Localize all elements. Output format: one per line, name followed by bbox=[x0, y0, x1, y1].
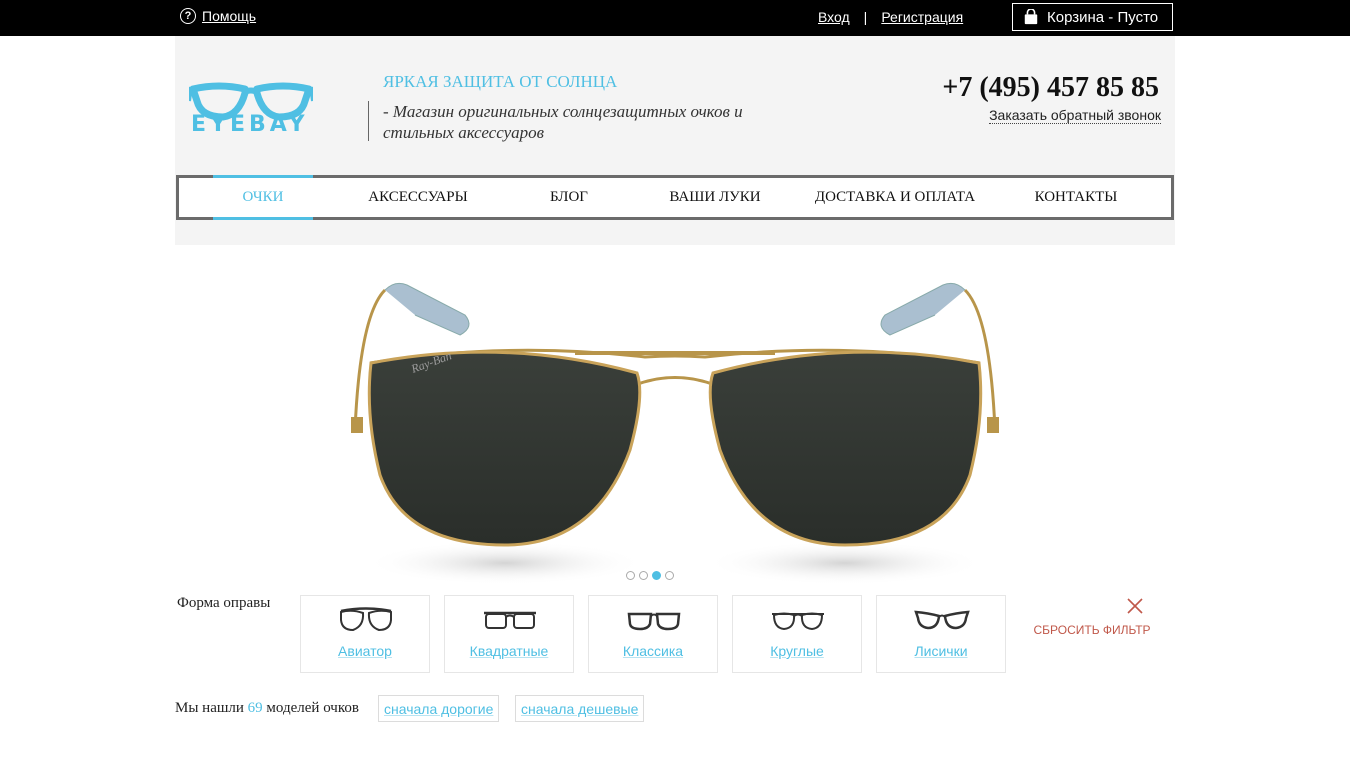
reset-filter-button[interactable]: СБРОСИТЬ ФИЛЬТР bbox=[1032, 595, 1152, 640]
results-count: 69 bbox=[247, 700, 263, 716]
shape-label[interactable]: Авиатор bbox=[301, 643, 429, 659]
help-link[interactable]: Помощь bbox=[202, 8, 256, 24]
frame-shape-label: Форма оправы bbox=[177, 595, 271, 611]
tagline-title: ЯРКАЯ ЗАЩИТА ОТ СОЛНЦА bbox=[383, 72, 618, 91]
shape-label[interactable]: Классика bbox=[589, 643, 717, 659]
classic-glasses-icon bbox=[627, 612, 681, 631]
login-link[interactable]: Вход bbox=[818, 9, 850, 25]
shape-filter-aviator[interactable]: Авиатор bbox=[300, 595, 430, 673]
slider-dot[interactable] bbox=[626, 571, 635, 580]
cat-eye-glasses-icon bbox=[914, 610, 970, 630]
top-bar: ? Помощь Вход | Регистрация Корзина - Пу… bbox=[0, 0, 1350, 36]
tagline-subtitle: - Магазин оригинальных солнцезащитных оч… bbox=[383, 102, 743, 142]
cart-label: Корзина - Пусто bbox=[1047, 8, 1159, 26]
results-suffix: моделей очков bbox=[266, 700, 359, 716]
shape-filter-cat-eye[interactable]: Лисички bbox=[876, 595, 1006, 673]
sort-cheap-label: сначала дешевые bbox=[521, 700, 639, 717]
reset-filter-label: СБРОСИТЬ ФИЛЬТР bbox=[1033, 623, 1151, 637]
aviator-sunglasses-image: Ray-Ban bbox=[351, 282, 999, 585]
shape-filter-round[interactable]: Круглые bbox=[732, 595, 862, 673]
round-glasses-icon bbox=[772, 612, 824, 631]
auth-separator: | bbox=[863, 9, 868, 25]
auth-links: Вход | Регистрация bbox=[818, 9, 963, 25]
nav-item-contacts[interactable]: КОНТАКТЫ bbox=[1029, 178, 1123, 217]
shape-label[interactable]: Круглые bbox=[733, 643, 861, 659]
square-glasses-icon bbox=[484, 611, 536, 629]
aviator-glasses-icon bbox=[340, 607, 392, 632]
sort-cheap-button[interactable]: сначала дешевые bbox=[515, 695, 645, 722]
slider-dot[interactable] bbox=[665, 571, 674, 580]
cart-button[interactable]: Корзина - Пусто bbox=[1012, 3, 1173, 31]
sort-expensive-label: сначала дорогие bbox=[384, 700, 494, 717]
nav-item-looks[interactable]: ВАШИ ЛУКИ bbox=[665, 178, 765, 217]
shopping-bag-icon bbox=[1024, 9, 1038, 25]
results-prefix: Мы нашли bbox=[175, 700, 244, 716]
nav-item-glasses[interactable]: ОЧКИ bbox=[213, 175, 313, 220]
register-link[interactable]: Регистрация bbox=[881, 9, 963, 25]
phone-number: +7 (495) 457 85 85 bbox=[942, 72, 1159, 103]
shape-label[interactable]: Лисички bbox=[877, 643, 1005, 659]
callback-link[interactable]: Заказать обратный звонок bbox=[989, 107, 1161, 124]
slider-dot[interactable] bbox=[639, 571, 648, 580]
nav-item-blog[interactable]: БЛОГ bbox=[539, 178, 599, 217]
site-header: EYEBAY ЯРКАЯ ЗАЩИТА ОТ СОЛНЦА - Магазин … bbox=[175, 36, 1175, 245]
tagline-divider bbox=[368, 101, 369, 141]
shape-label[interactable]: Квадратные bbox=[445, 643, 573, 659]
logo-text[interactable]: EYEBAY bbox=[191, 112, 309, 137]
slider-dots bbox=[626, 571, 674, 580]
help[interactable]: ? Помощь bbox=[180, 8, 256, 24]
slider-dot-active[interactable] bbox=[652, 571, 661, 580]
shape-filter-classic[interactable]: Классика bbox=[588, 595, 718, 673]
nav-item-accessories[interactable]: АКСЕССУАРЫ bbox=[359, 178, 477, 217]
close-icon bbox=[1127, 598, 1143, 614]
question-icon: ? bbox=[180, 8, 196, 24]
nav-item-delivery[interactable]: ДОСТАВКА И ОПЛАТА bbox=[809, 178, 981, 217]
shape-filter-square[interactable]: Квадратные bbox=[444, 595, 574, 673]
main-nav: ОЧКИ АКСЕССУАРЫ БЛОГ ВАШИ ЛУКИ ДОСТАВКА … bbox=[176, 175, 1174, 220]
hero-slider[interactable]: Ray-Ban bbox=[175, 245, 1175, 585]
sort-expensive-button[interactable]: сначала дорогие bbox=[378, 695, 500, 722]
results-summary: Мы нашли 69 моделей очков bbox=[175, 700, 359, 717]
